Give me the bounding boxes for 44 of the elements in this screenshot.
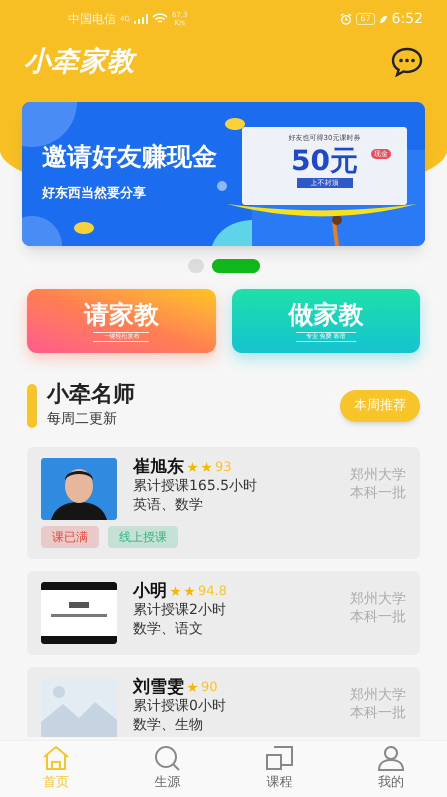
banner-subtitle: 好东西当然要分享 [42, 184, 147, 202]
subjects: 数学、生物 [133, 716, 204, 735]
teacher-name: 刘雪雯 [133, 678, 184, 697]
person-icon [376, 745, 406, 772]
teaching-hours: 累计授课2小时 [133, 601, 227, 620]
teacher-card[interactable]: 崔旭东 93 累计授课165.5小时 英语、数学 郑州大学 本科一批 课已满 线上授课 [27, 447, 420, 559]
battery-indicator: 67 [356, 13, 375, 25]
teaching-hours: 累计授课0小时 [133, 697, 227, 716]
tab-item[interactable]: 我的 [335, 741, 447, 797]
admission-level-text: 本科一批 [350, 608, 406, 626]
admission-level-text: 本科一批 [350, 484, 406, 502]
university-name: 郑州大学 [350, 686, 406, 704]
admission-level-text: 本科一批 [350, 704, 406, 722]
banner-title: 邀请好友赚现金 [42, 141, 217, 173]
alarm-icon [340, 13, 352, 25]
rating-score: 93 [215, 459, 232, 477]
university-name: 郑州大学 [350, 590, 406, 608]
clock-time: 6:52 [392, 10, 423, 28]
section-subtitle: 每周二更新 [47, 410, 118, 429]
rating-score: 94.8 [198, 583, 227, 601]
teaching-hours: 累计授课165.5小时 [133, 477, 258, 496]
status-tag: 线上授课 [108, 526, 178, 548]
tab-item[interactable]: 生源 [112, 741, 224, 797]
tab-item[interactable]: 课程 [224, 741, 336, 797]
chat-icon [391, 47, 423, 77]
wifi-icon [152, 13, 168, 25]
rating-score: 90 [201, 679, 218, 697]
squares-icon [264, 745, 294, 772]
app-title: 小牵家教 [24, 44, 135, 79]
section-accent-bar [27, 384, 37, 428]
status-tag: 课已满 [41, 526, 99, 548]
teacher-card[interactable]: 刘雪雯 90 累计授课0小时 数学、生物 郑州大学 本科一批 [27, 667, 420, 737]
university-name: 郑州大学 [350, 466, 406, 484]
leaf-icon [378, 14, 388, 24]
teacher-name: 小明 [133, 582, 167, 601]
home-icon [40, 745, 71, 772]
section-title: 小牵名师 [47, 381, 135, 409]
signal-icon [134, 14, 148, 24]
subjects: 英语、数学 [133, 496, 204, 515]
subjects: 数学、语文 [133, 620, 204, 639]
coupon-amount: 50元 [291, 144, 358, 178]
teacher-name: 崔旭东 [133, 458, 184, 477]
carrier-name: 中国电信 [68, 11, 116, 28]
teacher-card[interactable]: 小明 94.8 累计授课2小时 数学、语文 郑州大学 本科一批 [27, 571, 420, 655]
